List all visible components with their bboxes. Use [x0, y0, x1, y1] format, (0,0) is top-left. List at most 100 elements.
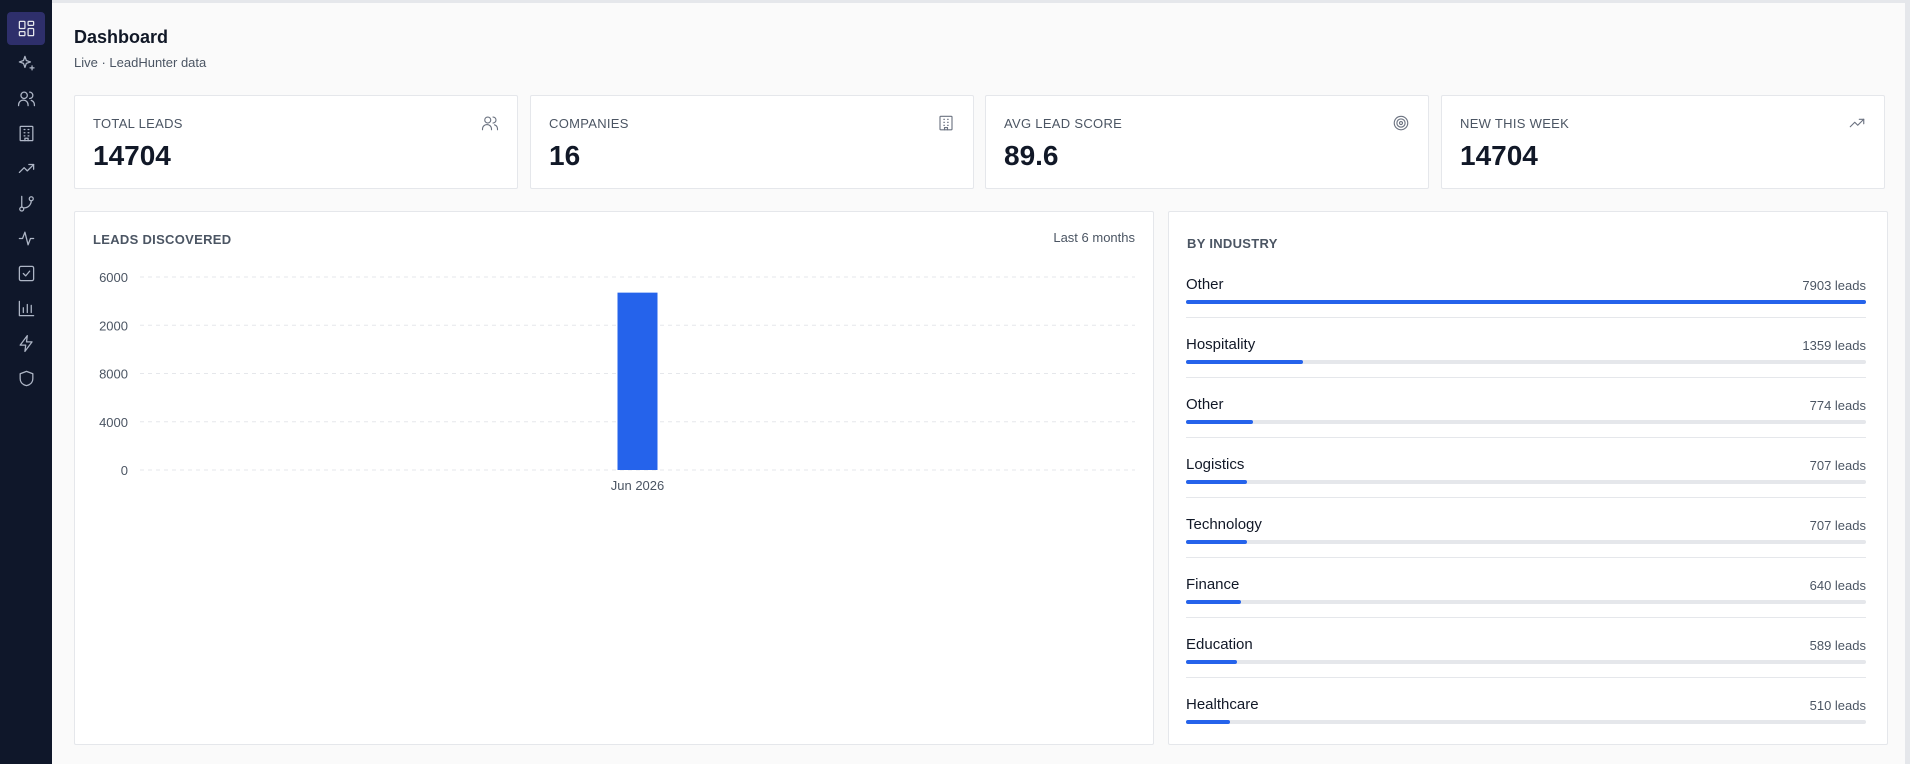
row-divider — [1186, 437, 1866, 438]
page-subtitle: Live · LeadHunter data — [74, 55, 207, 70]
trending-up-icon — [18, 163, 34, 174]
industry-row: Education 589 leads — [1186, 636, 1866, 696]
y-tick-label: 4000 — [99, 415, 128, 430]
layout-grid-icon — [18, 20, 34, 37]
trending-up-icon — [1848, 114, 1866, 132]
sidebar-item-activity[interactable] — [7, 222, 45, 255]
git-branch-icon — [18, 195, 34, 212]
sidebar-item-dashboard[interactable] — [7, 12, 45, 45]
industry-bar-track — [1186, 480, 1866, 484]
industry-bar-fill — [1186, 540, 1247, 544]
sidebar-item-tasks[interactable] — [7, 257, 45, 290]
industry-name: Education — [1186, 636, 1253, 653]
industry-row: Finance 640 leads — [1186, 576, 1866, 636]
industry-row: Other 774 leads — [1186, 396, 1866, 456]
check-square-icon — [18, 265, 34, 282]
stat-value: 16 — [549, 140, 581, 171]
chart-heading: LEADS DISCOVERED — [93, 232, 232, 247]
stat-card-companies: COMPANIES 16 — [530, 95, 974, 189]
sidebar-item-reports[interactable] — [7, 292, 45, 325]
industry-row: Technology 707 leads — [1186, 516, 1866, 576]
industry-name: Healthcare — [1186, 696, 1259, 713]
industry-bar-track — [1186, 360, 1866, 364]
bar-chart: 6000 2000 8000 4000 0 Jun 2026 — [99, 270, 1135, 492]
industry-name: Other — [1186, 396, 1224, 413]
industry-count: 1359 leads — [1802, 338, 1866, 353]
stat-value: 14704 — [93, 140, 171, 171]
industry-bar-fill — [1186, 660, 1237, 664]
x-tick-label: Jun 2026 — [611, 478, 665, 492]
stat-card-total-leads: TOTAL LEADS 14704 — [74, 95, 518, 189]
building-icon — [937, 114, 955, 132]
industry-name: Finance — [1186, 576, 1240, 593]
y-tick-label: 2000 — [99, 318, 128, 333]
zap-icon — [19, 334, 33, 353]
stat-label: COMPANIES — [549, 116, 629, 131]
industry-bar-fill — [1186, 600, 1242, 604]
sidebar-item-security[interactable] — [7, 362, 45, 395]
industry-bar-fill — [1186, 360, 1303, 364]
stat-label: AVG LEAD SCORE — [1004, 116, 1123, 131]
industry-bar-fill — [1186, 720, 1230, 724]
industry-count: 707 leads — [1809, 518, 1866, 533]
industry-row: Other 7903 leads — [1186, 276, 1866, 336]
stat-label: TOTAL LEADS — [93, 116, 183, 131]
industry-bar-track — [1186, 720, 1866, 724]
bar-chart-icon — [18, 300, 34, 317]
industry-count: 510 leads — [1809, 698, 1866, 713]
building-icon — [19, 125, 33, 142]
target-icon — [1392, 114, 1410, 132]
industry-heading: BY INDUSTRY — [1187, 236, 1278, 251]
industry-bar-fill — [1186, 300, 1866, 304]
row-divider — [1186, 557, 1866, 558]
stat-value: 89.6 — [1004, 140, 1059, 171]
industry-breakdown: BY INDUSTRY Other 7903 leads Hospitality 13… — [1168, 211, 1888, 745]
stat-label: NEW THIS WEEK — [1460, 116, 1570, 131]
industry-count: 774 leads — [1809, 398, 1866, 413]
industry-name: Logistics — [1186, 456, 1245, 473]
stat-card-new-this-week: NEW THIS WEEK 14704 — [1441, 95, 1885, 189]
sparkles-icon — [18, 55, 35, 71]
row-divider — [1186, 617, 1866, 618]
users-icon — [481, 114, 499, 132]
leads-discovered-chart: LEADS DISCOVERED Last 6 months 6000 2000 8… — [74, 211, 1154, 745]
sidebar-item-leads[interactable] — [7, 82, 45, 115]
scrollbar-track[interactable] — [1905, 3, 1910, 764]
sidebar-item-automations[interactable] — [7, 327, 45, 360]
industry-bar-track — [1186, 600, 1866, 604]
industry-name: Technology — [1186, 516, 1262, 533]
stat-card-avg-lead-score: AVG LEAD SCORE 89.6 — [985, 95, 1429, 189]
industry-count: 7903 leads — [1802, 278, 1866, 293]
industry-row: Hospitality 1359 leads — [1186, 336, 1866, 396]
industry-row: Healthcare 510 leads — [1186, 696, 1866, 756]
shield-icon — [19, 370, 33, 387]
industry-count: 640 leads — [1809, 578, 1866, 593]
y-tick-label: 6000 — [99, 270, 128, 285]
sidebar-item-trends[interactable] — [7, 152, 45, 185]
industry-count: 707 leads — [1809, 458, 1866, 473]
industry-row: Logistics 707 leads — [1186, 456, 1866, 516]
industry-bar-fill — [1186, 420, 1253, 424]
users-icon — [17, 91, 35, 107]
sidebar-item-companies[interactable] — [7, 117, 45, 150]
row-divider — [1186, 677, 1866, 678]
industry-bar-track — [1186, 540, 1866, 544]
sidebar-item-sparkles[interactable] — [7, 47, 45, 80]
industry-bar-track — [1186, 420, 1866, 424]
industry-name: Other — [1186, 276, 1224, 293]
sidebar-item-pipeline[interactable] — [7, 187, 45, 220]
industry-count: 589 leads — [1809, 638, 1866, 653]
bar-jun-2026 — [617, 292, 658, 470]
y-tick-label: 8000 — [99, 367, 128, 382]
industry-bar-track — [1186, 300, 1866, 304]
page-title: Dashboard — [74, 27, 169, 47]
y-tick-label: 0 — [121, 463, 128, 478]
industry-bar-track — [1186, 660, 1866, 664]
row-divider — [1186, 377, 1866, 378]
sidebar — [0, 0, 52, 764]
row-divider — [1186, 317, 1866, 318]
chart-range: Last 6 months — [1053, 230, 1135, 245]
industry-name: Hospitality — [1186, 336, 1256, 353]
industry-bar-fill — [1186, 480, 1247, 484]
main-content: Dashboard Live · LeadHunter data TOTAL L… — [52, 0, 1910, 764]
